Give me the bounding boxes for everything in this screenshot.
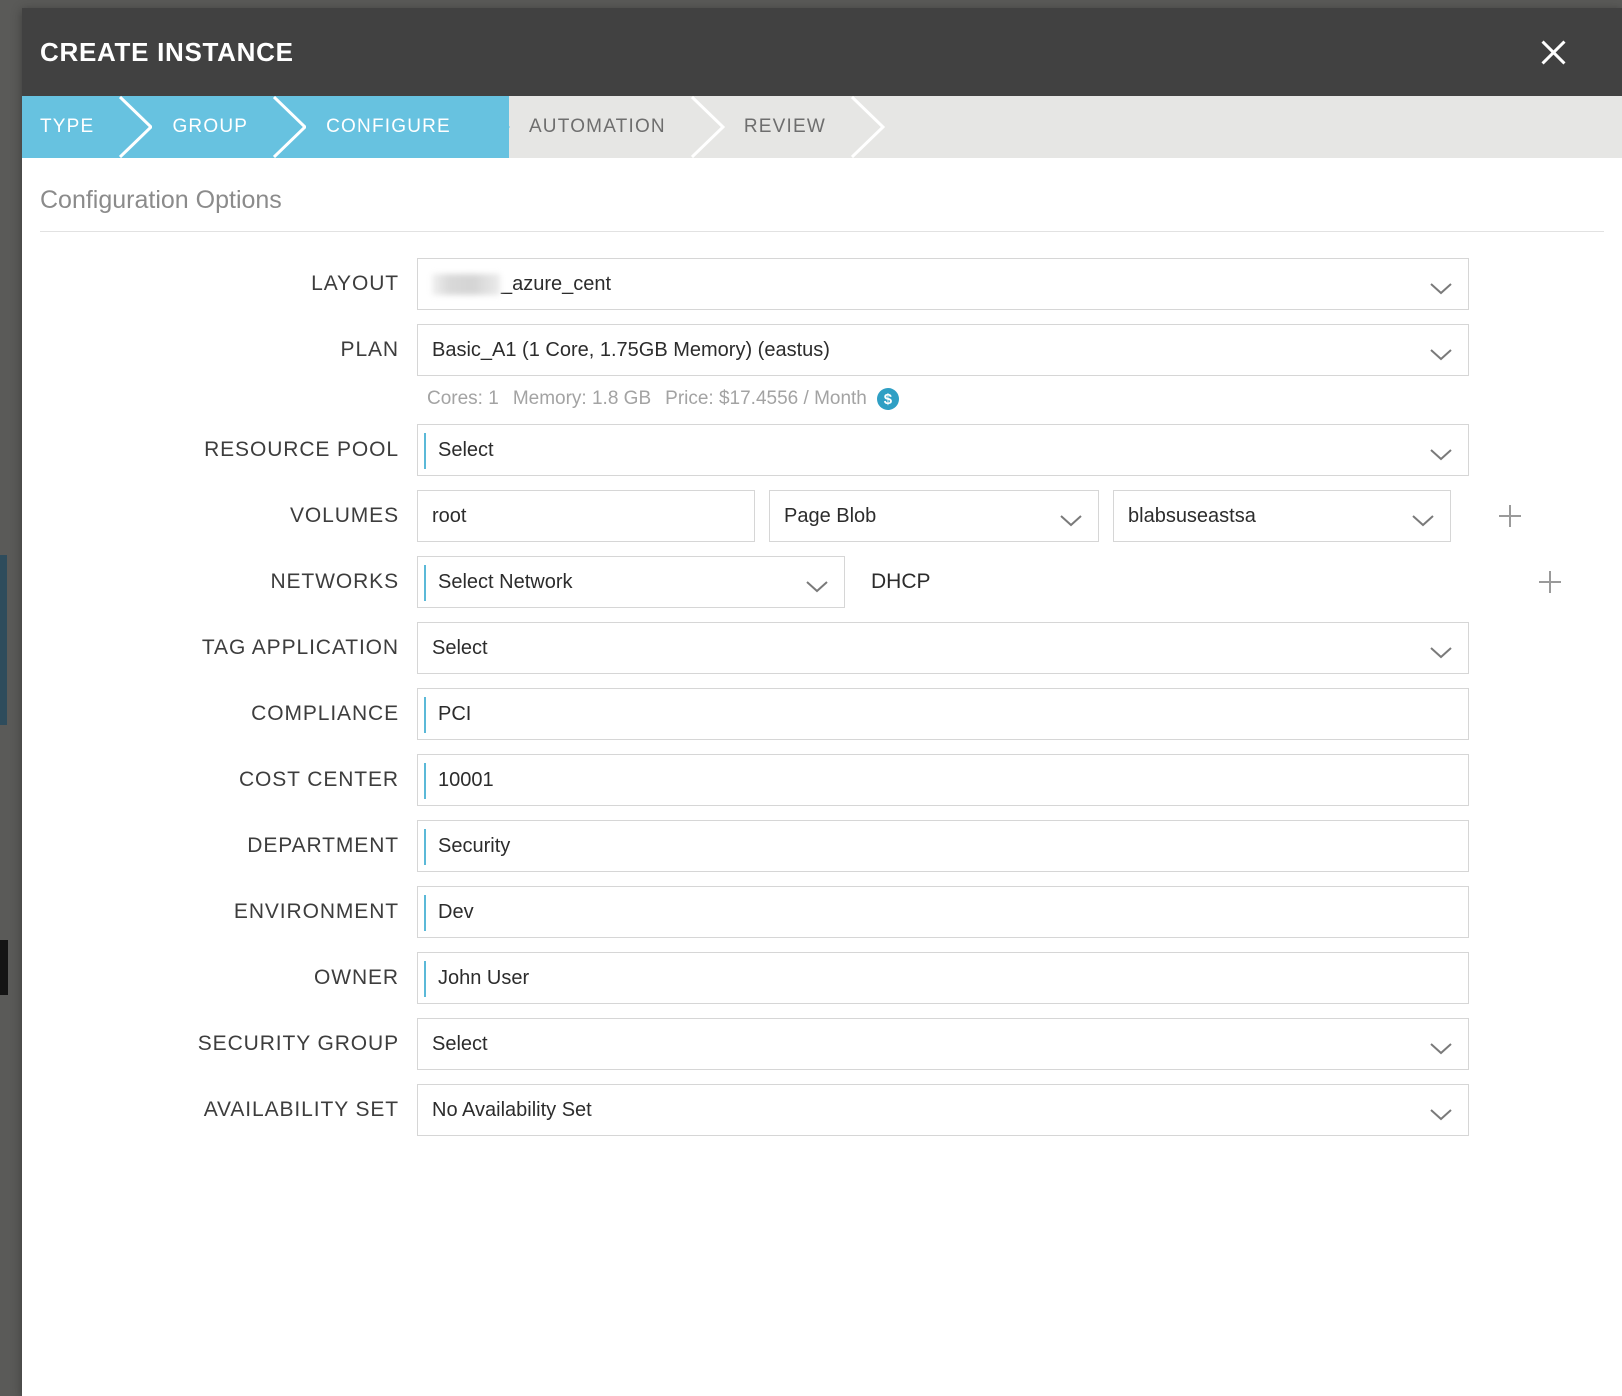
security-group-value: Select xyxy=(432,1033,488,1056)
chevron-down-icon xyxy=(1060,510,1082,522)
plan-memory: Memory: 1.8 GB xyxy=(513,388,651,410)
field-row-department: DEPARTMENT Security xyxy=(22,820,1622,872)
field-row-networks: NETWORKS Select Network DHCP xyxy=(22,556,1622,608)
field-row-availability-set: AVAILABILITY SET No Availability Set xyxy=(22,1084,1622,1136)
availability-set-select[interactable]: No Availability Set xyxy=(417,1084,1469,1136)
networks-label: NETWORKS xyxy=(22,556,417,594)
redacted-text xyxy=(432,274,500,295)
chevron-down-icon xyxy=(806,576,828,588)
dollar-badge-icon[interactable]: $ xyxy=(877,388,899,410)
chevron-down-icon xyxy=(1430,444,1452,456)
wizard-step-label: GROUP xyxy=(172,116,248,138)
wizard-step-label: TYPE xyxy=(40,116,94,138)
field-row-resource-pool: RESOURCE POOL Select xyxy=(22,424,1622,476)
volume-type-select[interactable]: Page Blob xyxy=(769,490,1099,542)
plan-details: Cores: 1 Memory: 1.8 GB Price: $17.4556 … xyxy=(417,376,1622,410)
wizard-step-label: REVIEW xyxy=(744,116,826,138)
tag-application-select[interactable]: Select xyxy=(417,622,1469,674)
configuration-form: LAYOUT _azure_cent PLAN Basic_A1 (1 Core… xyxy=(22,232,1622,1136)
wizard-step-label: CONFIGURE xyxy=(326,116,451,138)
owner-input[interactable]: John User xyxy=(417,952,1469,1004)
resource-pool-label: RESOURCE POOL xyxy=(22,424,417,462)
field-row-security-group: SECURITY GROUP Select xyxy=(22,1018,1622,1070)
chevron-down-icon xyxy=(1430,1104,1452,1116)
close-icon[interactable] xyxy=(1536,35,1570,69)
step-chevron-icon xyxy=(691,96,725,158)
field-row-compliance: COMPLIANCE PCI xyxy=(22,688,1622,740)
cost-center-value: 10001 xyxy=(438,769,494,792)
field-row-cost-center: COST CENTER 10001 xyxy=(22,754,1622,806)
plan-cores: Cores: 1 xyxy=(427,388,499,410)
field-row-plan: PLAN Basic_A1 (1 Core, 1.75GB Memory) (e… xyxy=(22,324,1622,410)
wizard-step-configure[interactable]: CONFIGURE xyxy=(306,96,509,158)
volume-name-value: root xyxy=(432,505,466,528)
department-value: Security xyxy=(438,835,510,858)
field-row-owner: OWNER John User xyxy=(22,952,1622,1004)
wizard-step-type[interactable]: TYPE xyxy=(22,96,152,158)
compliance-input[interactable]: PCI xyxy=(417,688,1469,740)
department-label: DEPARTMENT xyxy=(22,820,417,858)
chevron-down-icon xyxy=(1430,1038,1452,1050)
resource-pool-select[interactable]: Select xyxy=(417,424,1469,476)
plan-price: Price: $17.4556 / Month xyxy=(665,388,867,410)
chevron-down-icon xyxy=(1412,510,1434,522)
cost-center-label: COST CENTER xyxy=(22,754,417,792)
field-row-volumes: VOLUMES root Page Blob bla xyxy=(22,490,1622,542)
step-chevron-icon xyxy=(476,96,510,158)
compliance-value: PCI xyxy=(438,703,471,726)
dhcp-label: DHCP xyxy=(859,570,931,594)
step-chevron-icon xyxy=(273,96,307,158)
volumes-label: VOLUMES xyxy=(22,490,417,528)
cost-center-input[interactable]: 10001 xyxy=(417,754,1469,806)
step-chevron-icon xyxy=(851,96,885,158)
owner-label: OWNER xyxy=(22,952,417,990)
add-network-plus-icon[interactable] xyxy=(1535,567,1565,597)
configuration-body: Configuration Options LAYOUT _azure_cent… xyxy=(22,158,1622,1396)
plan-value: Basic_A1 (1 Core, 1.75GB Memory) (eastus… xyxy=(432,339,830,362)
availability-set-value: No Availability Set xyxy=(432,1099,592,1122)
page-title: Configuration Options xyxy=(40,158,1604,232)
environment-value: Dev xyxy=(438,901,474,924)
create-instance-modal: CREATE INSTANCE TYPE GROUP CONF xyxy=(22,8,1622,1396)
environment-label: ENVIRONMENT xyxy=(22,886,417,924)
volume-name-input[interactable]: root xyxy=(417,490,755,542)
wizard-step-label: AUTOMATION xyxy=(529,116,666,138)
department-input[interactable]: Security xyxy=(417,820,1469,872)
step-chevron-icon xyxy=(119,96,153,158)
chevron-down-icon xyxy=(1430,344,1452,356)
layout-value: _azure_cent xyxy=(501,273,611,296)
wizard-step-review[interactable]: REVIEW xyxy=(724,96,884,158)
field-row-layout: LAYOUT _azure_cent xyxy=(22,258,1622,310)
environment-input[interactable]: Dev xyxy=(417,886,1469,938)
compliance-label: COMPLIANCE xyxy=(22,688,417,726)
tag-application-value: Select xyxy=(432,637,488,660)
resource-pool-value: Select xyxy=(438,439,494,462)
wizard-step-group[interactable]: GROUP xyxy=(152,96,306,158)
plan-label: PLAN xyxy=(22,324,417,362)
availability-set-label: AVAILABILITY SET xyxy=(22,1084,417,1122)
layout-label: LAYOUT xyxy=(22,258,417,296)
layout-select[interactable]: _azure_cent xyxy=(417,258,1469,310)
volume-storage-select[interactable]: blabsuseastsa xyxy=(1113,490,1451,542)
modal-header: CREATE INSTANCE xyxy=(22,8,1622,96)
volume-type-value: Page Blob xyxy=(784,505,876,528)
plan-select[interactable]: Basic_A1 (1 Core, 1.75GB Memory) (eastus… xyxy=(417,324,1469,376)
field-row-tag-application: TAG APPLICATION Select xyxy=(22,622,1622,674)
network-value: Select Network xyxy=(438,571,573,594)
chevron-down-icon xyxy=(1430,278,1452,290)
chevron-down-icon xyxy=(1430,642,1452,654)
tag-application-label: TAG APPLICATION xyxy=(22,622,417,660)
security-group-select[interactable]: Select xyxy=(417,1018,1469,1070)
field-row-environment: ENVIRONMENT Dev xyxy=(22,886,1622,938)
background-dark-strip xyxy=(0,940,8,995)
owner-value: John User xyxy=(438,967,529,990)
background-accent-strip xyxy=(0,555,7,725)
wizard-steps: TYPE GROUP CONFIGURE xyxy=(22,96,1622,158)
security-group-label: SECURITY GROUP xyxy=(22,1018,417,1056)
network-select[interactable]: Select Network xyxy=(417,556,845,608)
add-volume-plus-icon[interactable] xyxy=(1495,501,1525,531)
wizard-step-automation[interactable]: AUTOMATION xyxy=(509,96,724,158)
volume-storage-value: blabsuseastsa xyxy=(1128,505,1256,528)
modal-title: CREATE INSTANCE xyxy=(22,37,294,68)
